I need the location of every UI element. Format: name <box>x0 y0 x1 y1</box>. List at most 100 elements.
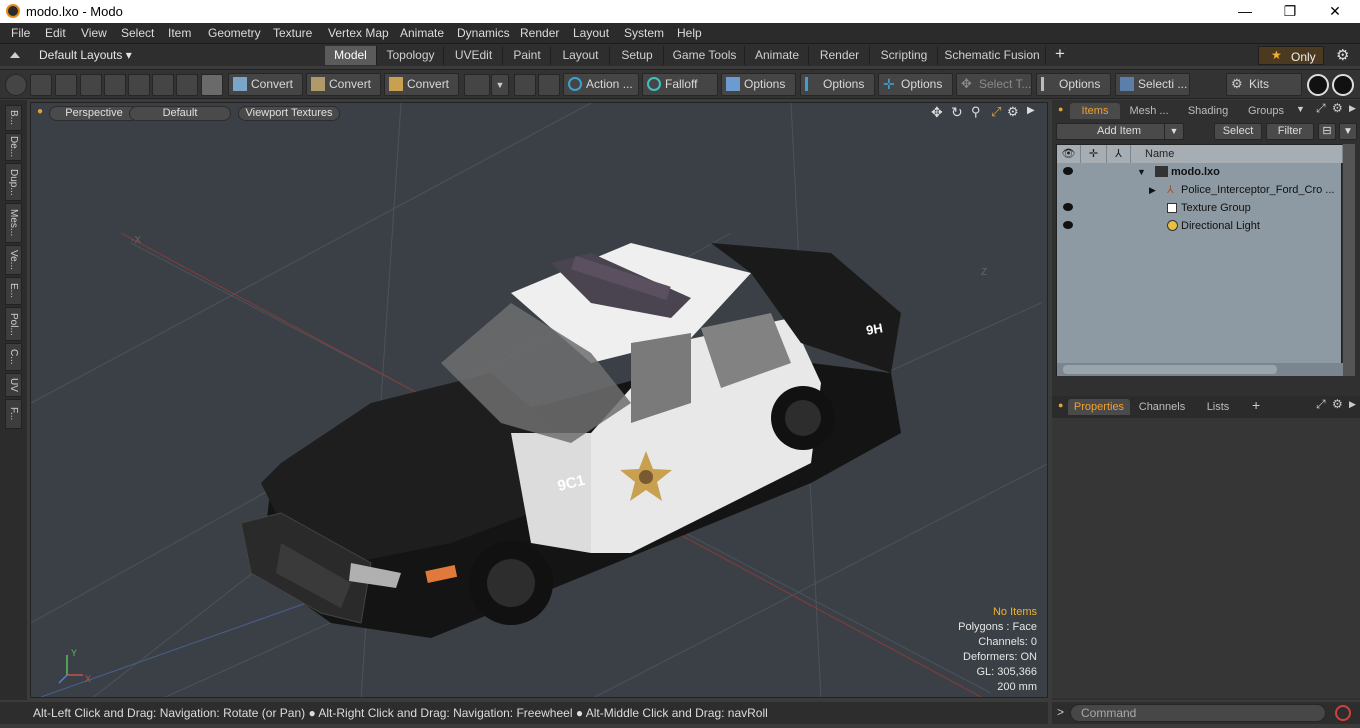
options-button-4[interactable]: Options <box>1036 73 1111 96</box>
police-car-model[interactable] <box>240 243 901 638</box>
expand-triangle-icon[interactable]: ▶ <box>1149 181 1156 199</box>
menu-vertex-map[interactable]: Vertex Map <box>328 26 389 40</box>
tab-paint[interactable]: Paint <box>504 46 551 65</box>
pan-icon[interactable]: ✥ <box>931 104 943 121</box>
side-tab-mesh[interactable]: Mes... <box>5 203 22 243</box>
maximize-button[interactable]: ❐ <box>1267 2 1313 22</box>
visibility-eye-icon[interactable] <box>1063 221 1073 229</box>
record-macro-icon[interactable] <box>1335 705 1351 721</box>
maximize-panel-icon[interactable]: ⤢ <box>1316 101 1326 116</box>
tab-topology[interactable]: Topology <box>378 46 444 65</box>
select-through-button[interactable]: ✥ Select T... <box>956 73 1032 96</box>
menu-select[interactable]: Select <box>121 26 154 40</box>
cube-icon[interactable] <box>201 74 223 96</box>
side-tab-curve[interactable]: C... <box>5 343 22 371</box>
convert-button-1[interactable]: Convert <box>228 73 303 96</box>
kits-button[interactable]: ⚙ Kits <box>1226 73 1302 96</box>
fit-icon[interactable]: ⤢ <box>991 104 1001 120</box>
vertical-scrollbar[interactable] <box>1343 144 1355 376</box>
options-button-3[interactable]: ✛ Options <box>878 73 953 96</box>
globe-icon[interactable] <box>30 74 52 96</box>
tab-groups[interactable]: Groups <box>1238 103 1294 119</box>
tab-game-tools[interactable]: Game Tools <box>665 46 745 65</box>
unity-icon[interactable] <box>1307 74 1329 96</box>
menu-system[interactable]: System <box>624 26 664 40</box>
panel-gear-icon[interactable]: ⚙ <box>1332 397 1343 411</box>
options-button-1[interactable]: Options <box>721 73 796 96</box>
expand-arrow-icon[interactable]: ▶ <box>1027 105 1035 116</box>
tab-items[interactable]: Items <box>1070 103 1120 119</box>
tab-shading[interactable]: Shading <box>1180 103 1236 119</box>
tab-model[interactable]: Model <box>325 46 377 65</box>
tab-lists[interactable]: Lists <box>1196 399 1240 415</box>
visibility-eye-icon[interactable] <box>1063 167 1073 175</box>
item-select-icon[interactable] <box>128 74 150 96</box>
minimize-button[interactable]: — <box>1222 2 1268 22</box>
3d-viewport[interactable]: -X Z 9C1 9H Y X ● Perspective Default Vi… <box>30 102 1048 698</box>
side-tab-deform[interactable]: De... <box>5 133 22 161</box>
material-select-icon[interactable] <box>152 74 174 96</box>
menu-dynamics[interactable]: Dynamics <box>457 26 510 40</box>
options-button-2[interactable]: Options <box>800 73 875 96</box>
side-tab-edge[interactable]: E... <box>5 277 22 305</box>
menu-texture[interactable]: Texture <box>273 26 312 40</box>
tab-setup[interactable]: Setup <box>611 46 664 65</box>
add-panel-tab-icon[interactable]: + <box>1252 397 1260 413</box>
add-item-dropdown-icon[interactable]: ▼ <box>1164 123 1184 140</box>
side-tab-polygon[interactable]: Pol... <box>5 307 22 341</box>
perspective-dropdown[interactable]: Perspective <box>49 106 139 121</box>
side-tab-vertex[interactable]: Ve... <box>5 245 22 275</box>
pivot-select-icon[interactable] <box>176 74 198 96</box>
side-tab-duplicate[interactable]: Dup... <box>5 163 22 201</box>
tab-mesh[interactable]: Mesh ... <box>1124 103 1174 119</box>
tab-properties[interactable]: Properties <box>1068 399 1130 415</box>
collapse-icon[interactable] <box>8 49 22 61</box>
item-row-directional-light[interactable]: Directional Light <box>1057 217 1343 235</box>
name-column-header[interactable]: Name <box>1131 145 1343 163</box>
polygon-select-icon[interactable] <box>104 74 126 96</box>
panel-arrow-icon[interactable]: ▶ <box>1349 399 1356 410</box>
selection-sets-button[interactable]: Selecti ... <box>1115 73 1190 96</box>
zoom-icon[interactable]: ⚲ <box>971 104 981 120</box>
panel-gear-icon[interactable]: ⚙ <box>1332 101 1343 115</box>
scrollbar-thumb[interactable] <box>1063 365 1277 374</box>
command-input[interactable]: Command <box>1070 704 1326 722</box>
falloff-button[interactable]: Falloff <box>642 73 718 96</box>
visibility-eye-icon[interactable] <box>1063 203 1073 211</box>
action-center-button[interactable]: Action ... <box>563 73 639 96</box>
viewport-menu-icon[interactable]: ● <box>37 106 43 117</box>
tab-render[interactable]: Render <box>810 46 870 65</box>
vertex-select-icon[interactable] <box>55 74 77 96</box>
primitive-cube-icon[interactable] <box>464 74 490 96</box>
item-row-mesh[interactable]: ▶ ⅄ Police_Interceptor_Ford_Cro ... <box>1057 181 1343 199</box>
horizontal-scrollbar[interactable] <box>1057 363 1343 376</box>
layout-selector[interactable]: Default Layouts ▾ <box>39 48 132 62</box>
item-row-texture-group[interactable]: Texture Group <box>1057 199 1343 217</box>
add-tab-icon[interactable]: + <box>1055 44 1065 64</box>
properties-panel-menu-icon[interactable]: ● <box>1058 400 1063 410</box>
menu-help[interactable]: Help <box>677 26 702 40</box>
side-tab-fusion[interactable]: F... <box>5 399 22 429</box>
expand-triangle-icon[interactable]: ▼ <box>1137 163 1146 181</box>
unreal-icon[interactable] <box>1332 74 1354 96</box>
type-column-icon[interactable]: ⅄ <box>1107 145 1131 163</box>
menu-render[interactable]: Render <box>520 26 559 40</box>
tab-layout[interactable]: Layout <box>552 46 610 65</box>
maximize-panel-icon[interactable]: ⤢ <box>1316 397 1326 412</box>
shield-icon[interactable] <box>514 74 536 96</box>
viewport-textures-dropdown[interactable]: Viewport Textures <box>238 106 340 121</box>
select-button[interactable]: Select <box>1214 123 1262 140</box>
shield-x-icon[interactable] <box>538 74 560 96</box>
tab-channels[interactable]: Channels <box>1134 399 1190 415</box>
shading-dropdown[interactable]: Default <box>129 106 231 121</box>
tab-animate[interactable]: Animate <box>746 46 809 65</box>
menu-item[interactable]: Item <box>168 26 191 40</box>
menu-animate[interactable]: Animate <box>400 26 444 40</box>
lock-column-icon[interactable]: ✛ <box>1081 145 1107 163</box>
visibility-column-icon[interactable]: 👁 <box>1057 145 1081 163</box>
edge-select-icon[interactable] <box>80 74 102 96</box>
rotate-icon[interactable]: ↻ <box>951 104 963 121</box>
filter-button[interactable]: Filter <box>1266 123 1314 140</box>
convert-button-3[interactable]: Convert <box>384 73 459 96</box>
gear-icon[interactable]: ⚙ <box>1336 46 1349 64</box>
